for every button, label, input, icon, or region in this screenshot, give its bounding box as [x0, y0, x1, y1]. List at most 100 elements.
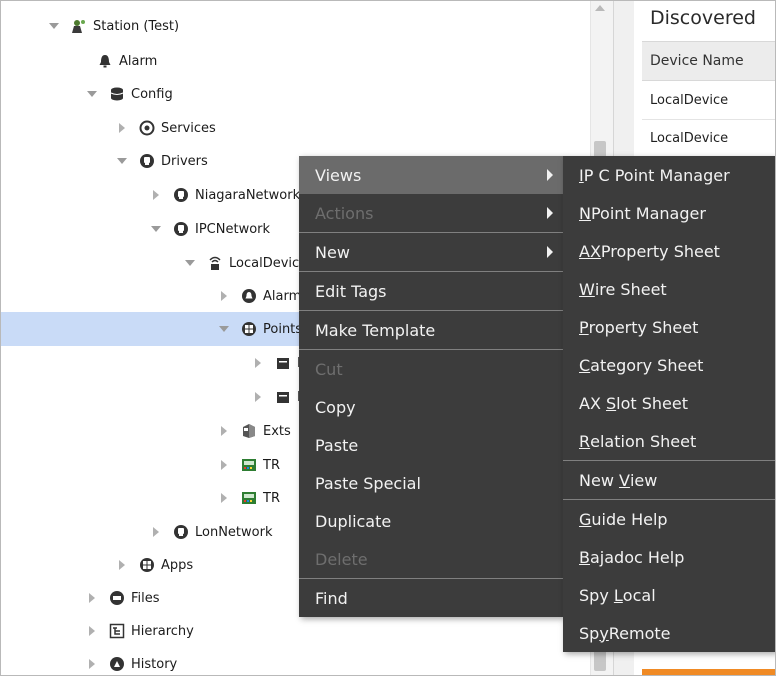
submenu-item-category-sheet[interactable]: Category Sheet — [563, 346, 775, 384]
submenu-arrow-icon — [547, 207, 553, 219]
expanded-arrow-icon[interactable] — [151, 224, 161, 234]
collapsed-arrow-icon[interactable] — [151, 190, 161, 200]
collapsed-arrow-icon[interactable] — [151, 527, 161, 537]
menu-item-label: Edit Tags — [315, 281, 387, 301]
mnemonic: AX — [579, 241, 601, 261]
menu-item-copy[interactable]: Copy — [299, 388, 563, 426]
tree-label: Drivers — [161, 153, 208, 169]
history-icon — [109, 656, 125, 672]
collapsed-arrow-icon[interactable] — [117, 123, 127, 133]
submenu-item-spy-remote[interactable]: Sp y Remote — [563, 614, 775, 652]
points-icon — [241, 321, 257, 337]
menu-item-paste-special[interactable]: Paste Special — [299, 464, 563, 502]
hierarchy-icon — [109, 623, 125, 639]
views-submenu: I P C Point Manager N Point Manager AX P… — [563, 156, 775, 652]
menu-item-actions[interactable]: Actions — [299, 194, 563, 232]
submenu-item-label: ajadoc Help — [589, 547, 685, 567]
folder-icon — [275, 389, 291, 405]
submenu-item-relation-sheet[interactable]: Relation Sheet — [563, 422, 775, 460]
tree-label: Files — [131, 590, 160, 606]
driver-icon — [139, 153, 155, 169]
menu-item-label: Delete — [315, 549, 368, 569]
menu-item-delete[interactable]: Delete — [299, 540, 563, 578]
table-row[interactable]: LocalDevice — [642, 120, 775, 158]
expanded-arrow-icon[interactable] — [185, 258, 195, 268]
submenu-item-label: ocal — [622, 585, 656, 605]
menu-item-label: Actions — [315, 203, 374, 223]
menu-item-label: Paste Special — [315, 473, 421, 493]
collapsed-arrow-icon[interactable] — [219, 460, 229, 470]
collapsed-arrow-icon[interactable] — [219, 291, 229, 301]
submenu-item-label: ire Sheet — [594, 279, 667, 299]
menu-item-label: Duplicate — [315, 511, 392, 531]
submenu-item-label: lot Sheet — [616, 393, 689, 413]
tree-label: TR — [263, 457, 280, 473]
collapsed-arrow-icon[interactable] — [253, 392, 263, 402]
column-header-device-name[interactable]: Device Name — [642, 41, 775, 81]
menu-item-label: Find — [315, 588, 348, 608]
submenu-item-label: Point Manager — [590, 203, 706, 223]
expanded-arrow-icon[interactable] — [49, 21, 59, 31]
submenu-item-property-sheet[interactable]: Property Sheet — [563, 308, 775, 346]
menu-item-label: Paste — [315, 435, 359, 455]
submenu-item-prefix: Sp — [579, 623, 600, 643]
menu-item-find[interactable]: Find — [299, 579, 563, 617]
discovered-title: Discovered — [650, 7, 756, 29]
scroll-up-arrow-icon[interactable] — [595, 5, 605, 11]
tree-label: Hierarchy — [131, 623, 194, 639]
collapsed-arrow-icon[interactable] — [87, 659, 97, 669]
expanded-arrow-icon[interactable] — [87, 89, 97, 99]
submenu-item-guide-help[interactable]: Guide Help — [563, 500, 775, 538]
tree-label: Alarm — [263, 288, 302, 304]
submenu-item-label: roperty Sheet — [588, 317, 699, 337]
folder-icon — [275, 355, 291, 371]
station-icon — [71, 18, 87, 34]
submenu-item-ax-slot-sheet[interactable]: AX Slot Sheet — [563, 384, 775, 422]
submenu-item-wire-sheet[interactable]: Wire Sheet — [563, 270, 775, 308]
submenu-item-label: iew — [629, 470, 658, 490]
tree-label: LocalDevice — [229, 255, 308, 271]
submenu-item-ax-property-sheet[interactable]: AX Property Sheet — [563, 232, 775, 270]
menu-item-views[interactable]: Views — [299, 156, 563, 194]
submenu-item-spy-local[interactable]: Spy Local — [563, 576, 775, 614]
menu-item-label: New — [315, 242, 350, 262]
database-icon — [109, 86, 125, 102]
submenu-item-new-view[interactable]: New View — [563, 461, 775, 499]
tree-label: NiagaraNetwork — [195, 187, 301, 203]
menu-item-cut[interactable]: Cut — [299, 350, 563, 388]
collapsed-arrow-icon[interactable] — [117, 560, 127, 570]
submenu-item-label: uide Help — [591, 509, 668, 529]
menu-item-paste[interactable]: Paste — [299, 426, 563, 464]
bell-icon — [97, 53, 113, 69]
collapsed-arrow-icon[interactable] — [219, 426, 229, 436]
alarm-ext-icon — [241, 288, 257, 304]
collapsed-arrow-icon[interactable] — [87, 626, 97, 636]
expanded-arrow-icon[interactable] — [219, 324, 229, 334]
tree-node-station[interactable]: Station (Test) — [1, 9, 661, 43]
submenu-item-n-point-manager[interactable]: N Point Manager — [563, 194, 775, 232]
submenu-item-bajadoc-help[interactable]: Bajadoc Help — [563, 538, 775, 576]
table-row[interactable]: LocalDevice — [642, 82, 775, 120]
mnemonic: y — [599, 623, 609, 643]
context-menu: Views Actions New Edit Tags Make Templat… — [299, 156, 563, 617]
menu-item-new[interactable]: New — [299, 233, 563, 271]
menu-item-label: Make Template — [315, 320, 436, 340]
submenu-item-label: P C Point Manager — [583, 165, 730, 185]
submenu-item-ipc-point-manager[interactable]: I P C Point Manager — [563, 156, 775, 194]
collapsed-arrow-icon[interactable] — [219, 493, 229, 503]
driver-icon — [173, 221, 189, 237]
collapsed-arrow-icon[interactable] — [253, 358, 263, 368]
mnemonic: W — [579, 279, 595, 299]
tree-label: TR — [263, 490, 280, 506]
ext-icon — [241, 423, 257, 439]
tree-label: Config — [131, 86, 173, 102]
submenu-item-label: Remote — [608, 623, 671, 643]
menu-item-make-template[interactable]: Make Template — [299, 311, 563, 349]
collapsed-arrow-icon[interactable] — [87, 593, 97, 603]
menu-item-edit-tags[interactable]: Edit Tags — [299, 272, 563, 310]
menu-item-duplicate[interactable]: Duplicate — [299, 502, 563, 540]
submenu-item-prefix: AX — [579, 393, 606, 413]
controller-icon — [241, 457, 257, 473]
submenu-item-prefix: Spy — [579, 585, 614, 605]
expanded-arrow-icon[interactable] — [117, 156, 127, 166]
